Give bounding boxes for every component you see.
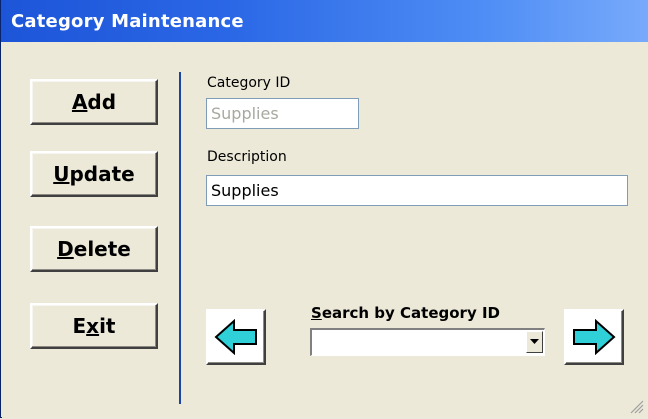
window-title: Category Maintenance xyxy=(11,11,244,32)
description-label: Description xyxy=(207,149,287,165)
chevron-down-icon xyxy=(530,339,539,344)
resize-grip-icon[interactable] xyxy=(628,398,644,414)
right-arrow-icon xyxy=(573,319,616,355)
description-field[interactable]: Supplies xyxy=(206,175,628,206)
search-label-mnemonic: S xyxy=(311,304,322,322)
add-button-label: dd xyxy=(87,90,117,114)
category-id-label: Category ID xyxy=(207,75,291,91)
exit-button-prefix: E xyxy=(72,314,87,338)
exit-button-mnemonic: x xyxy=(86,314,100,338)
search-category-combobox[interactable] xyxy=(310,328,545,356)
search-label-text: earch by Category ID xyxy=(321,304,500,322)
delete-button[interactable]: Delete xyxy=(30,226,158,272)
form-client-area: Add Update Delete Ex it Category ID Suppl… xyxy=(2,42,648,418)
title-bar[interactable]: Category Maintenance xyxy=(1,0,648,42)
update-button-label: pdate xyxy=(69,162,135,186)
next-record-button[interactable] xyxy=(564,309,624,365)
dropdown-button[interactable] xyxy=(526,331,543,353)
exit-button-label: it xyxy=(99,314,116,338)
previous-record-button[interactable] xyxy=(206,309,266,365)
delete-button-mnemonic: D xyxy=(57,237,74,261)
add-button-mnemonic: A xyxy=(71,90,88,114)
update-button-mnemonic: U xyxy=(53,162,70,186)
add-button[interactable]: Add xyxy=(30,79,158,125)
update-button[interactable]: Update xyxy=(30,151,158,197)
search-label: Search by Category ID xyxy=(311,304,500,322)
vertical-separator xyxy=(179,72,181,404)
exit-button[interactable]: Ex it xyxy=(30,303,158,349)
category-maintenance-window: Category Maintenance Add Update Delete E… xyxy=(0,0,648,418)
left-arrow-icon xyxy=(214,319,257,355)
delete-button-label: elete xyxy=(73,237,131,261)
category-id-field[interactable]: Supplies xyxy=(206,98,359,129)
